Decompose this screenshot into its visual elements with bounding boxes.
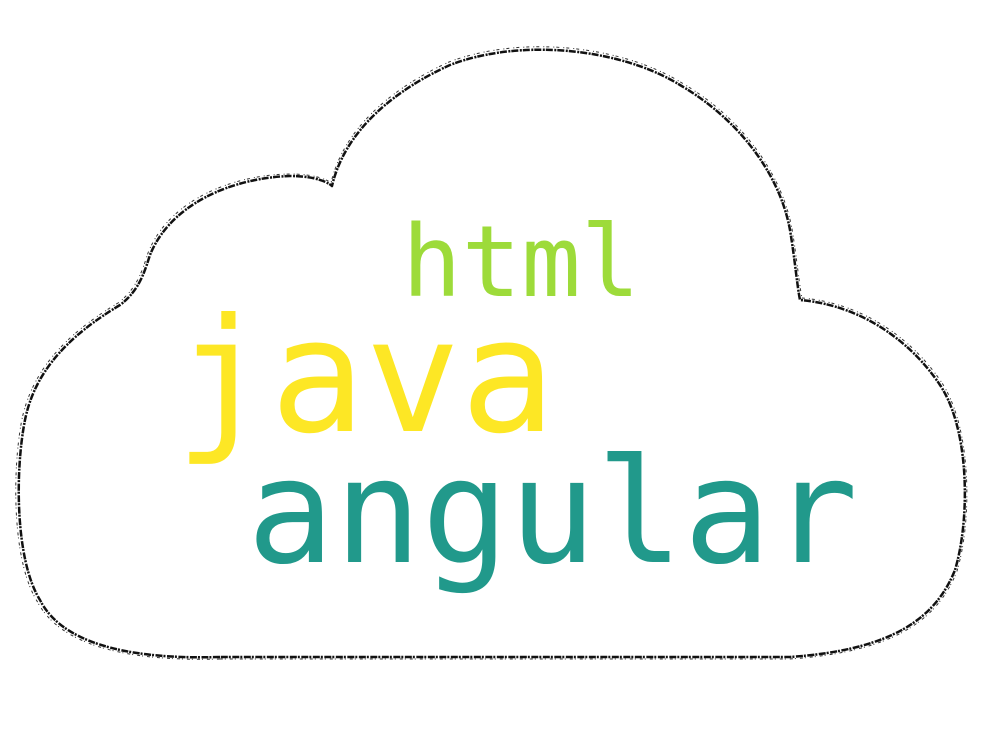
word-angular: angular xyxy=(247,428,859,597)
word-cloud-canvas: html java angular xyxy=(0,0,994,738)
